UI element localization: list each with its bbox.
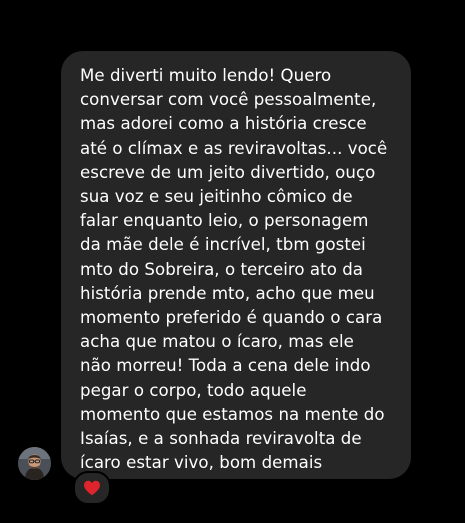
message-text-line: momento preferido é quando o cara [80,308,383,328]
message-text-line: até o clímax e as reviravoltas... você [80,138,388,158]
message-text-line: Me diverti muito lendo! Quero [80,66,332,85]
message-text-line: Isaías, e a sonhada reviravolta de [80,429,362,449]
message-text-line: ícaro estar vivo, bom demais [80,453,323,473]
message-text-line: conversar com você pessoalmente, [80,90,377,110]
heart-icon [84,480,100,496]
message-text-line: escreve de um jeito divertido, ouço [80,162,376,182]
message-text-line: não morreu! Toda a cena dele indo [80,356,371,376]
chat-screen: Me diverti muito lendo! Quero conversar c… [0,0,465,523]
message-bubble[interactable]: Me diverti muito lendo! Quero conversar c… [61,51,411,479]
message-text-line: da mãe dele é incrível, tbm gostei [80,235,366,255]
message-text-line: momento que estamos na mente do [80,404,385,424]
message-text-line: mas adorei como a história cresce [80,114,367,134]
heart-reaction[interactable] [73,471,111,505]
message-text-line: sua voz e seu jeitinho cômico de [80,187,353,207]
user-avatar-icon [18,447,51,480]
message-text-line: falar enquanto leio, o personagem [80,211,369,231]
message-text-line: história prende mto, acho que meu [80,283,375,303]
message-text-line: mto do Sobreira, o terceiro ato da [80,259,364,279]
message-text-line: pegar o corpo, todo aquele [80,380,307,400]
sender-avatar[interactable] [18,447,51,480]
message-text-line: acha que matou o ícaro, mas ele [80,332,354,352]
